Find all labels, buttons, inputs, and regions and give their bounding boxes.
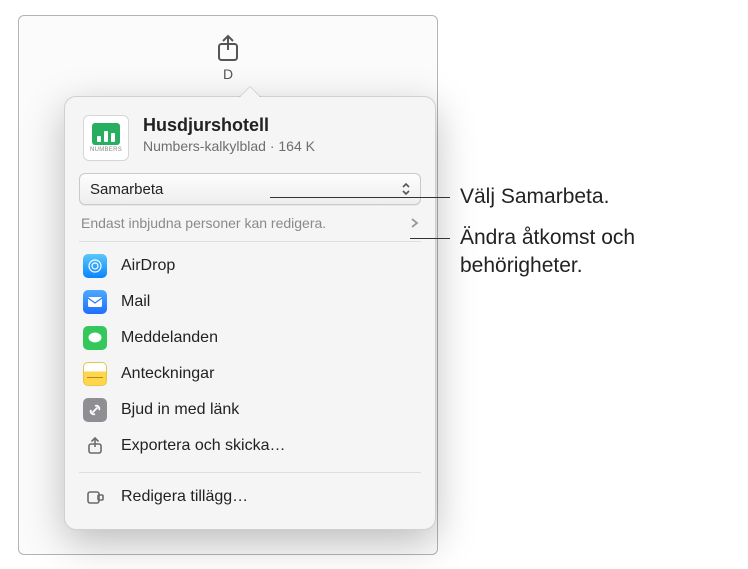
edit-extensions-label: Redigera tillägg… (121, 488, 248, 506)
document-type-label: Numbers-kalkylblad (143, 138, 266, 154)
document-title: Husdjurshotell (143, 115, 315, 136)
share-item-label: Bjud in med länk (121, 401, 239, 419)
extension-icon (83, 485, 107, 509)
callout-collaborate: Välj Samarbeta. (460, 183, 609, 211)
share-popover: NUMBERS Husdjurshotell Numbers-kalkylbla… (64, 96, 436, 530)
airdrop-icon (83, 254, 107, 278)
share-item-airdrop[interactable]: AirDrop (65, 248, 435, 284)
document-size-label: 164 K (278, 138, 315, 154)
app-window: D NUMBERS Husdjurshotell Numbers-kalkylb… (18, 15, 438, 555)
callout-line (270, 197, 450, 198)
share-item-label: Exportera och skicka… (121, 437, 286, 455)
callout-permissions: Ändra åtkomst och behörigheter. (460, 224, 635, 281)
share-toolbar-button[interactable]: D (215, 34, 241, 82)
updown-chevron-icon (398, 180, 414, 198)
share-item-label: Meddelanden (121, 329, 218, 347)
share-item-label: Anteckningar (121, 365, 214, 383)
share-destinations-list: AirDrop Mail Meddelanden Anteckningar (65, 242, 435, 470)
callout-line (410, 238, 450, 239)
document-meta: Numbers-kalkylblad · 164 K (143, 138, 315, 154)
link-icon (83, 398, 107, 422)
share-item-messages[interactable]: Meddelanden (65, 320, 435, 356)
share-item-label: Mail (121, 293, 150, 311)
doc-icon-app-label: NUMBERS (90, 147, 122, 153)
permission-summary-text: Endast inbjudna personer kan redigera. (81, 215, 326, 231)
callout-text: Välj Samarbeta. (460, 185, 609, 208)
share-item-mail[interactable]: Mail (65, 284, 435, 320)
mail-icon (83, 290, 107, 314)
share-under-letter: D (223, 66, 233, 82)
extensions-section: Redigera tillägg… (65, 473, 435, 521)
share-item-notes[interactable]: Anteckningar (65, 356, 435, 392)
edit-extensions-item[interactable]: Redigera tillägg… (65, 479, 435, 515)
callout-text: behörigheter. (460, 252, 635, 280)
notes-icon (83, 362, 107, 386)
export-icon (83, 434, 107, 458)
share-item-label: AirDrop (121, 257, 175, 275)
document-header: NUMBERS Husdjurshotell Numbers-kalkylbla… (65, 97, 435, 173)
callout-text: Ändra åtkomst och (460, 224, 635, 252)
messages-icon (83, 326, 107, 350)
collaboration-mode-select[interactable]: Samarbeta (79, 173, 421, 205)
chevron-right-icon (410, 217, 419, 229)
share-icon (215, 34, 241, 64)
permission-settings-row[interactable]: Endast inbjudna personer kan redigera. (79, 213, 421, 241)
collaboration-mode-label: Samarbeta (90, 181, 163, 198)
share-item-invite-link[interactable]: Bjud in med länk (65, 392, 435, 428)
share-item-export-send[interactable]: Exportera och skicka… (65, 428, 435, 464)
numbers-document-icon: NUMBERS (83, 115, 129, 161)
